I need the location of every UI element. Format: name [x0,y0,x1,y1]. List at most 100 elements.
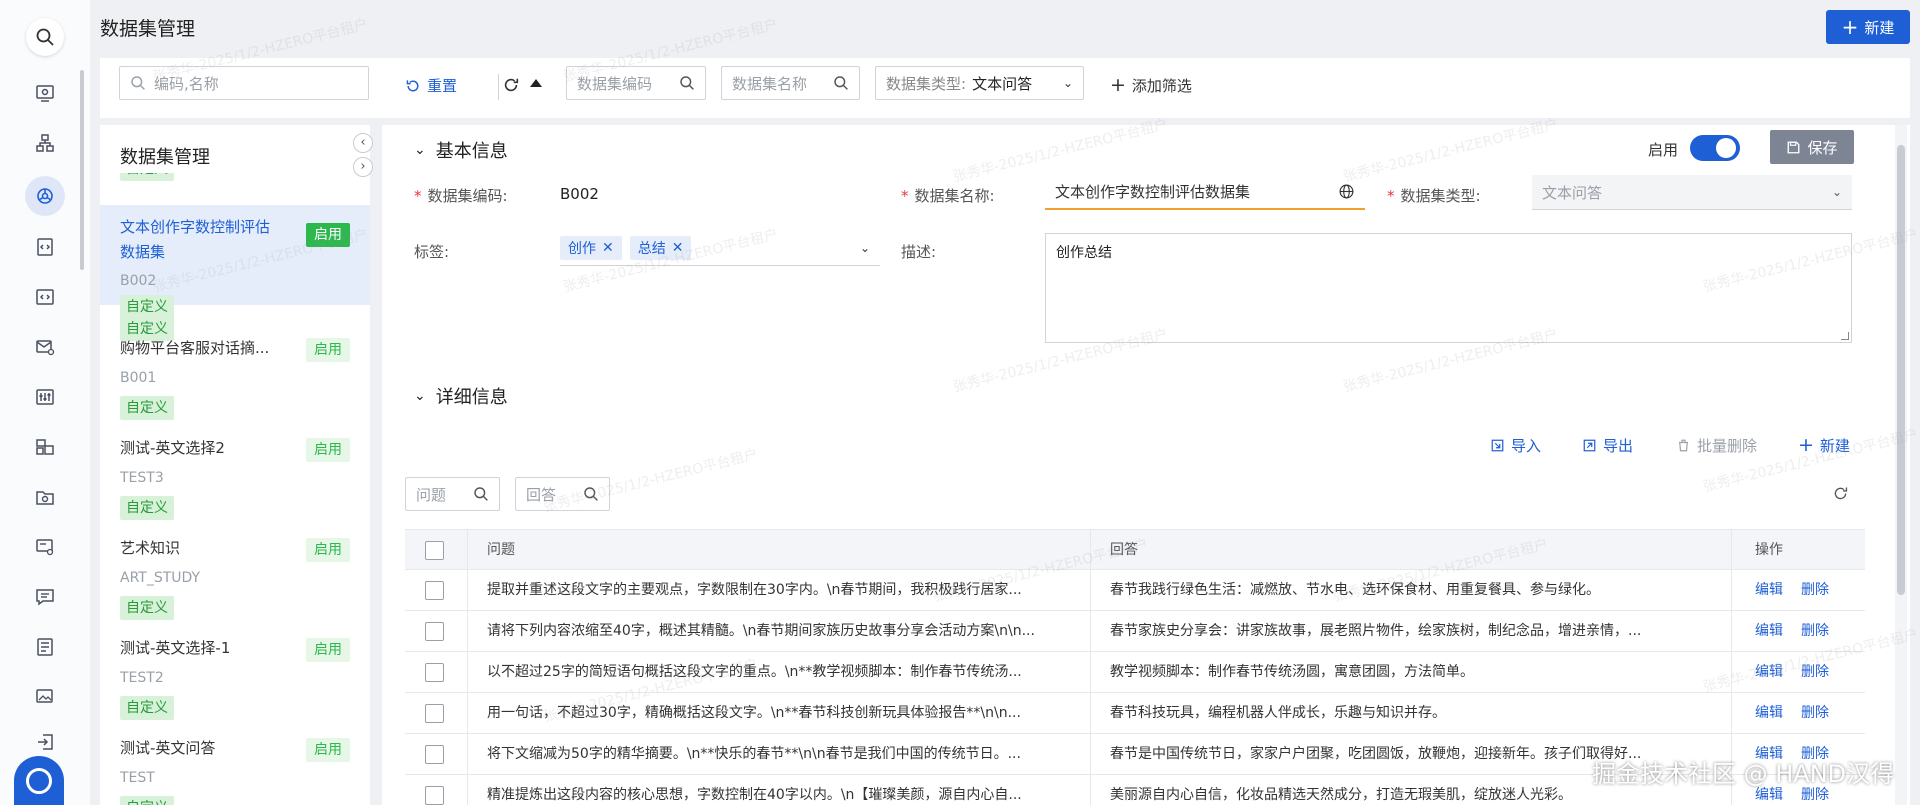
assistant-avatar-icon[interactable] [14,756,64,805]
row-checkbox[interactable] [425,581,444,600]
dataset-list-item[interactable]: 测试-英文选择2 启用 TEST3 自定义 [100,430,370,530]
close-icon[interactable]: ✕ [672,240,684,256]
search-icon [584,487,598,501]
add-filter-button[interactable]: + 添加筛选 [1110,75,1192,96]
chevron-right-icon[interactable]: › [353,157,373,177]
dataset-item-tag: 自定义 [120,696,174,720]
dataset-list-item[interactable]: 购物平台客服对话摘... 启用 B001 自定义 [100,330,370,430]
dataset-icon[interactable] [25,176,65,216]
select-all-checkbox[interactable] [425,541,444,560]
question-search-input[interactable]: 问题 [405,477,500,511]
question-search-placeholder: 问题 [416,485,447,504]
layout-icon[interactable] [31,433,59,461]
close-icon[interactable]: ✕ [602,240,614,256]
dataset-code-filter-input[interactable]: 数据集编码 [566,66,706,100]
detail-info-title: 详细信息 [435,387,508,408]
dataset-name-input[interactable]: 文本创作字数控制评估数据集 [1045,175,1365,210]
chevron-left-icon[interactable]: ‹ [353,133,373,153]
edit-link[interactable]: 编辑 [1755,582,1783,598]
row-checkbox[interactable] [425,786,444,805]
code-file-icon[interactable] [31,233,59,261]
answer-search-input[interactable]: 回答 [515,477,610,511]
tags-select[interactable]: 创作 ✕ 总结 ✕ ⌄ [560,231,880,266]
folder-settings-icon[interactable] [31,483,59,511]
code-window-icon[interactable] [31,283,59,311]
batch-delete-button[interactable]: 批量删除 [1676,435,1757,456]
resize-handle[interactable] [1841,332,1849,340]
edit-link[interactable]: 编辑 [1755,705,1783,721]
dataset-item-status-badge: 启用 [306,223,350,247]
dataset-type-filter-value: 文本问答 [972,74,1033,93]
refresh-icon[interactable] [1832,485,1849,506]
import-button[interactable]: 导入 [1490,435,1541,456]
delete-link[interactable]: 删除 [1801,787,1829,803]
dataset-item-tag: 自定义 [120,396,174,420]
reset-label: 重置 [427,77,458,95]
new-dataset-button[interactable]: + 新建 [1826,10,1910,44]
dataset-type-filter-select[interactable]: 数据集类型: 文本问答 ⌄ [875,66,1084,100]
chat-settings-icon[interactable] [31,533,59,561]
row-checkbox[interactable] [425,663,444,682]
table-row[interactable]: 提取并重述这段文字的主要观点，字数限制在30字内。\n春节期间，我积极践行居家.… [405,570,1865,611]
dataset-list-item[interactable]: 文本创作字数控制评估数据集 启用 B002 自定义 [100,205,370,341]
dataset-item-status-badge: 启用 [306,438,350,462]
main-scrollbar[interactable] [1895,125,1907,805]
export-icon[interactable] [31,728,59,756]
delete-link[interactable]: 删除 [1801,705,1829,721]
dataset-list-item[interactable]: 艺术知识 启用 ART_STUDY 自定义 [100,530,370,630]
edit-link[interactable]: 编辑 [1755,623,1783,639]
table-row[interactable]: 请将下列内容浓缩至40字，概述其精髓。\n春节期间家族历史故事分享会活动方案\n… [405,611,1865,652]
dataset-type-select[interactable]: 文本问答 ⌄ [1532,175,1852,210]
edit-link[interactable]: 编辑 [1755,787,1783,803]
dataset-list-item[interactable]: 测试-英文问答 启用 TEST 自定义 [100,730,370,805]
answer-cell: 教学视频脚本：制作春节传统汤圆，寓意团圆，方法简单。 [1110,664,1474,680]
message-icon[interactable] [31,583,59,611]
monitor-icon[interactable] [31,79,59,107]
trash-icon [1679,439,1688,452]
row-checkbox[interactable] [425,704,444,723]
row-checkbox[interactable] [425,745,444,764]
reset-icon [406,79,419,91]
dataset-type-value: 文本问答 [1542,183,1603,202]
table-row[interactable]: 用一句话，不超过30字，精确概括这段文字。\n**春节科技创新玩具体验报告**\… [405,693,1865,734]
refresh-icon[interactable] [502,76,520,98]
dataset-item-status-badge: 启用 [306,338,350,362]
dataset-item-status-badge: 启用 [306,538,350,562]
basic-info-section-toggle[interactable]: ⌄ 基本信息 [414,137,508,163]
add-row-button[interactable]: + 新建 [1798,435,1850,456]
search-icon [834,76,848,90]
reset-button[interactable]: 重置 [405,75,457,96]
mail-settings-icon[interactable] [31,333,59,361]
dataset-item-code: B001 [120,370,157,386]
row-checkbox[interactable] [425,622,444,641]
org-tree-icon[interactable] [31,129,59,157]
export-button[interactable]: 导出 [1582,435,1633,456]
dataset-name-label: * 数据集名称: [901,187,995,205]
collapse-up-icon[interactable] [530,79,542,87]
document-list-icon[interactable] [31,633,59,661]
image-settings-icon[interactable] [31,683,59,711]
enable-toggle[interactable] [1690,135,1740,161]
dataset-code-label-text: 数据集编码: [427,187,508,205]
delete-link[interactable]: 删除 [1801,664,1829,680]
keyword-search-input[interactable]: 编码,名称 [119,66,369,100]
sliders-icon[interactable] [31,383,59,411]
search-icon[interactable] [26,18,64,56]
save-button[interactable]: 保存 [1770,130,1854,164]
globe-icon[interactable] [1338,183,1355,200]
delete-link[interactable]: 删除 [1801,623,1829,639]
main-scrollbar-thumb[interactable] [1897,145,1905,595]
filter-toolbar: 编码,名称 重置 数据集编码 数据集名称 数据集类型: 文本问答 ⌄ + 添加筛… [100,58,1910,118]
basic-info-title: 基本信息 [435,141,508,162]
rail-scrollbar[interactable] [80,70,84,270]
dataset-name-filter-input[interactable]: 数据集名称 [721,66,860,100]
dataset-item-name: 测试-英文选择2 [120,439,225,457]
dataset-list-item[interactable]: 测试-英文选择-1 启用 TEST2 自定义 [100,630,370,730]
detail-info-section-toggle[interactable]: ⌄ 详细信息 [414,383,508,409]
table-row[interactable]: 以不超过25字的简短语句概括这段文字的重点。\n**教学视频脚本：制作春节传统汤… [405,652,1865,693]
delete-link[interactable]: 删除 [1801,582,1829,598]
question-cell: 提取并重述这段文字的主要观点，字数限制在30字内。\n春节期间，我积极践行居家.… [487,582,1022,598]
edit-link[interactable]: 编辑 [1755,664,1783,680]
description-textarea[interactable]: 创作总结 [1045,233,1852,343]
dataset-name-filter-placeholder: 数据集名称 [732,74,808,93]
